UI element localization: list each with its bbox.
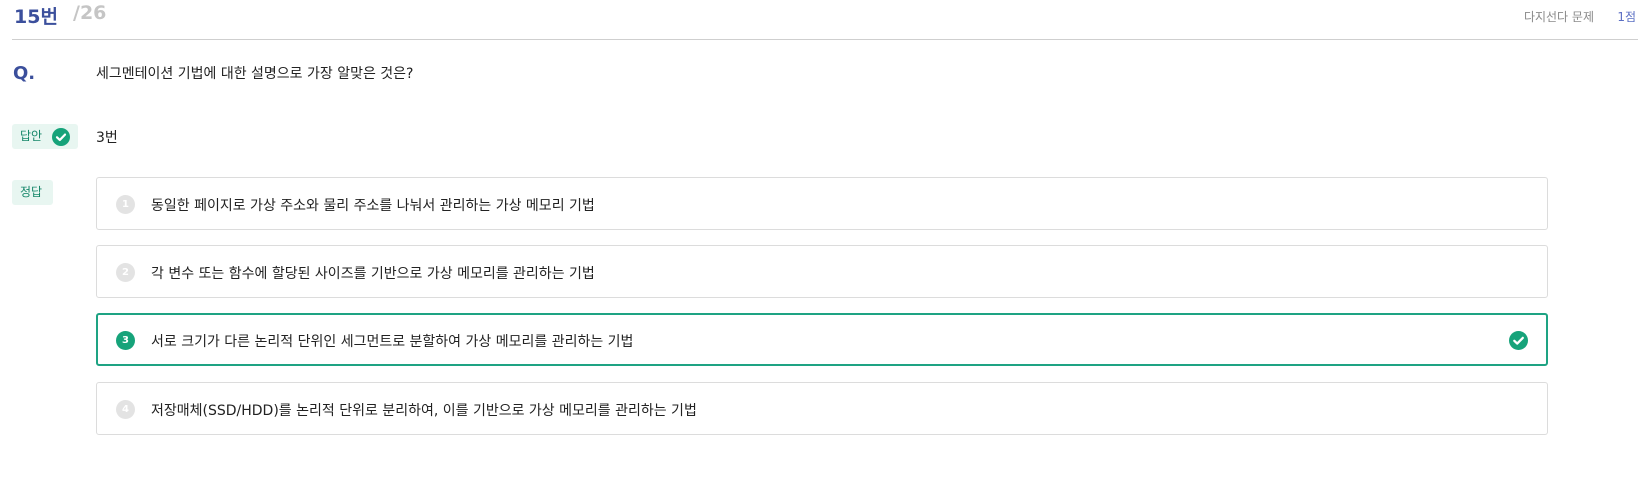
- choice-number-badge: 4: [116, 400, 135, 419]
- choice-option-3[interactable]: 3 서로 크기가 다른 논리적 단위인 세그먼트로 분할하여 가상 메모리를 관…: [96, 313, 1548, 366]
- choice-text: 서로 크기가 다른 논리적 단위인 세그먼트로 분할하여 가상 메모리를 관리하…: [151, 334, 634, 350]
- answer-tag: 답안: [12, 124, 78, 149]
- choice-option-4[interactable]: 4 저장매체(SSD/HDD)를 논리적 단위로 분리하여, 이를 기반으로 가…: [96, 382, 1548, 435]
- choice-option-1[interactable]: 1 동일한 페이지로 가상 주소와 물리 주소를 나눠서 관리하는 가상 메모리…: [96, 177, 1548, 230]
- question-number: 15번: [14, 6, 58, 28]
- choice-text: 동일한 페이지로 가상 주소와 물리 주소를 나눠서 관리하는 가상 메모리 기…: [151, 198, 595, 214]
- choice-option-2[interactable]: 2 각 변수 또는 함수에 할당된 사이즈를 기반으로 가상 메모리를 관리하는…: [96, 245, 1548, 298]
- check-circle-icon: [52, 128, 70, 146]
- question-text: 세그멘테이션 기법에 대한 설명으로 가장 알맞은 것은?: [96, 66, 414, 82]
- question-header: 15번 /26 다지선다 문제 1점: [12, 0, 1638, 40]
- choice-number-badge: 2: [116, 263, 135, 282]
- check-circle-icon: [1509, 331, 1528, 350]
- choice-text: 저장매체(SSD/HDD)를 논리적 단위로 분리하여, 이를 기반으로 가상 …: [151, 403, 697, 419]
- choice-text: 각 변수 또는 함수에 할당된 사이즈를 기반으로 가상 메모리를 관리하는 기…: [151, 266, 595, 282]
- choice-number-badge: 1: [116, 195, 135, 214]
- submitted-answer: 3번: [96, 130, 118, 146]
- question-type: 다지선다 문제: [1523, 10, 1594, 24]
- answer-tag-label: 답안: [20, 129, 43, 143]
- question-points: 1점: [1617, 10, 1636, 24]
- choice-number-badge: 3: [116, 331, 135, 350]
- correct-answer-tag-label: 정답: [20, 185, 43, 199]
- question-mark: Q.: [13, 63, 36, 84]
- correct-answer-tag: 정답: [12, 180, 53, 205]
- question-total: /26: [73, 2, 107, 24]
